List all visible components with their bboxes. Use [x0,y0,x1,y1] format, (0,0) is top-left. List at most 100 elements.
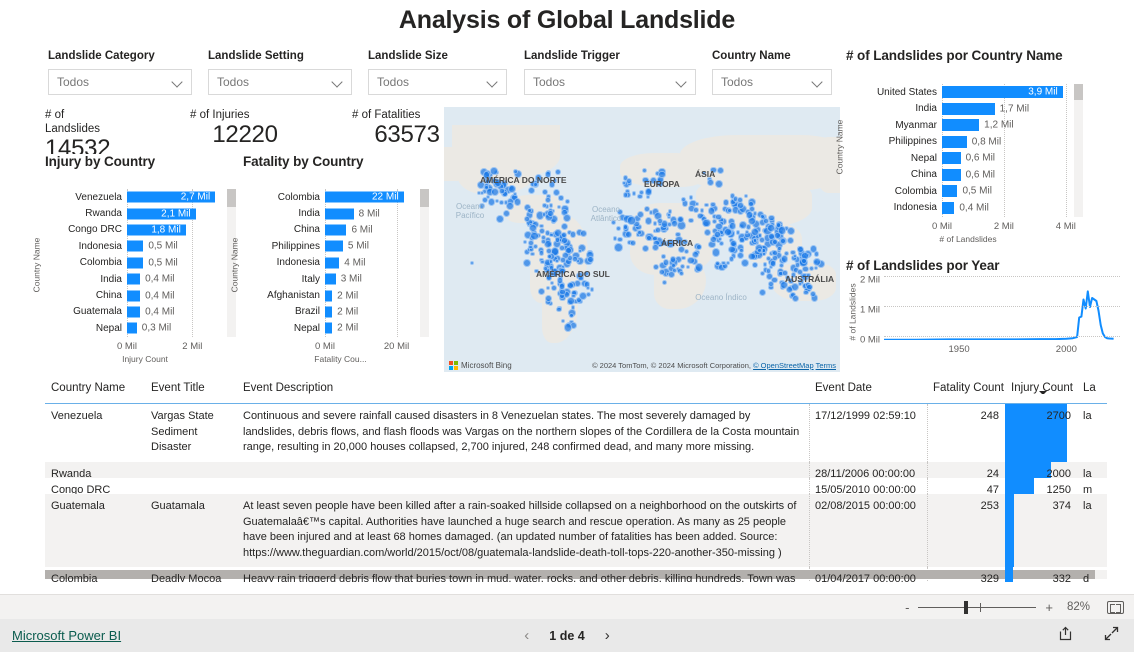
bar-fill[interactable] [942,119,980,132]
table-column-header-date[interactable]: Event Date [809,382,927,394]
map-point[interactable] [564,246,572,254]
scrollbar-thumb[interactable] [227,189,236,207]
share-icon[interactable] [1058,625,1075,647]
map-point[interactable] [812,258,821,266]
map-point[interactable] [721,260,726,266]
map-point[interactable] [681,196,687,202]
fullscreen-icon[interactable] [1103,625,1120,647]
map-point[interactable] [469,260,474,265]
bar-fill[interactable] [325,208,354,220]
map-point[interactable] [496,214,505,223]
map-point[interactable] [791,295,799,303]
line-series[interactable] [884,280,1120,341]
map-point[interactable] [809,245,817,253]
slicer-dropdown[interactable]: Todos [368,69,507,95]
map-point[interactable] [550,284,557,291]
bar-row[interactable]: Congo DRC 1,8 Mil [65,222,225,238]
map-point[interactable] [662,279,668,285]
scrollbar-thumb[interactable] [1074,84,1083,100]
table-row[interactable]: Congo DRC 15/05/2010 00:00:00 47 1250 m [45,478,1107,494]
map-point[interactable] [688,217,694,224]
bar-fill[interactable] [942,135,967,148]
map-point[interactable] [702,219,711,228]
map-point[interactable] [522,258,531,268]
bar-fill[interactable] [325,257,340,269]
openstreetmap-link[interactable]: © OpenStreetMap [753,361,814,370]
bar-row[interactable]: Philippines 0,8 Mil [864,134,1072,151]
map-point[interactable] [527,187,535,195]
bar-row[interactable]: China 0,6 Mil [864,167,1072,184]
chart-vertical-scrollbar[interactable] [420,189,429,337]
table-body[interactable]: Venezuela Vargas State Sediment Disaster C… [45,404,1107,582]
map-point[interactable] [696,243,703,250]
chevron-down-icon[interactable] [676,77,687,88]
bar-fill[interactable] [127,273,141,285]
map-point[interactable] [541,212,546,217]
bar-row[interactable]: India 8 Mil [263,205,418,221]
map-point[interactable] [752,211,758,216]
map-point[interactable] [490,167,498,175]
bar-row[interactable]: Colombia 22 Mil [263,189,418,205]
visual-events-table[interactable]: Country Name Event Title Event Description… [45,382,1107,582]
zoom-in-button[interactable]: + [1045,601,1053,614]
bar-fill[interactable] [325,240,343,252]
map-point[interactable] [560,257,566,263]
bar-row[interactable]: Nepal 0,6 Mil [864,150,1072,167]
map-point[interactable] [652,264,659,271]
map-point[interactable] [589,287,595,292]
map-point[interactable] [651,243,660,251]
map-point[interactable] [739,237,745,243]
bar-row[interactable]: Colombia 0,5 Mil [65,255,225,271]
map-point[interactable] [733,196,739,202]
bar-fill[interactable] [127,306,141,318]
map-point[interactable] [740,258,749,267]
map-point[interactable] [775,221,782,228]
previous-page-button[interactable]: ‹ [524,628,529,643]
slicer-landslide-setting[interactable]: Landslide Setting Todos [208,50,352,95]
bar-row[interactable]: Colombia 0,5 Mil [864,183,1072,200]
map-point[interactable] [794,262,801,268]
visual-injury-by-country[interactable]: Injury by Country Country Name Venezuela… [31,154,236,376]
map-point[interactable] [569,231,576,238]
map-point[interactable] [566,296,575,305]
map-point[interactable] [761,251,766,256]
chevron-down-icon[interactable] [172,77,183,88]
map-point[interactable] [636,229,643,235]
map-point[interactable] [539,259,545,265]
zoom-slider[interactable] [918,600,1037,614]
bar-fill[interactable] [942,152,961,165]
map-point[interactable] [614,243,623,252]
bar-row[interactable]: Nepal 2 Mil [263,320,418,336]
map-point[interactable] [745,224,751,230]
bar-fill[interactable] [325,306,333,318]
map-point[interactable] [728,245,736,254]
scrollbar-thumb[interactable] [420,189,429,207]
powerbi-brand-link[interactable]: Microsoft Power BI [12,628,121,643]
bar-row[interactable]: Myanmar 1,2 Mil [864,117,1072,134]
bar-fill[interactable] [127,240,144,252]
bar-row[interactable]: Afghanistan 2 Mil [263,287,418,303]
bar-fill[interactable] [127,322,137,334]
map-point[interactable] [771,238,778,245]
map-point[interactable] [769,260,776,267]
map-point[interactable] [744,229,749,234]
map-point[interactable] [685,264,690,269]
map-point[interactable] [768,214,775,221]
bar-fill[interactable] [942,102,995,115]
bar-row[interactable]: Philippines 5 Mil [263,238,418,254]
zoom-slider-thumb[interactable] [964,600,969,614]
map-point[interactable] [641,167,647,173]
map-point[interactable] [752,237,758,243]
map-point[interactable] [658,171,666,179]
map-point[interactable] [759,270,765,276]
map-point[interactable] [502,209,510,217]
map-point[interactable] [786,236,794,244]
slicer-dropdown[interactable]: Todos [524,69,696,95]
map-point[interactable] [542,203,547,208]
table-column-header-description[interactable]: Event Description [237,382,809,394]
map-point[interactable] [578,291,587,300]
map-point[interactable] [483,184,490,190]
visual-landslides-by-country[interactable]: # of Landslides por Country Name Country… [834,48,1131,253]
table-row[interactable]: Venezuela Vargas State Sediment Disaster C… [45,404,1107,462]
map-point[interactable] [545,295,552,303]
